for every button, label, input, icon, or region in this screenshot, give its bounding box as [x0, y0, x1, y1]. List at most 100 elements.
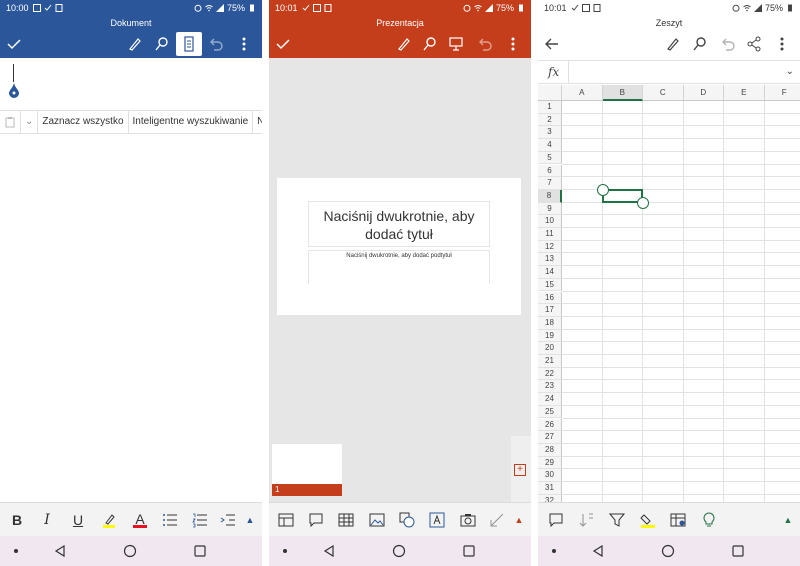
layout-icon[interactable] — [276, 510, 296, 530]
undo-icon[interactable] — [718, 34, 738, 54]
row-header[interactable]: 7 — [538, 177, 562, 190]
share-icon[interactable] — [744, 34, 764, 54]
resize-icon[interactable] — [487, 510, 507, 530]
back-icon[interactable] — [52, 543, 68, 559]
lightbulb-icon[interactable] — [699, 510, 719, 530]
comment-icon[interactable] — [546, 510, 566, 530]
row-header[interactable]: 29 — [538, 456, 562, 470]
row-header[interactable]: 23 — [538, 380, 562, 394]
nav-dot-icon[interactable] — [546, 543, 562, 559]
row-header[interactable]: 13 — [538, 253, 562, 267]
row-header[interactable]: 19 — [538, 329, 562, 343]
row-header[interactable]: 1 — [538, 101, 562, 114]
row-header[interactable]: 18 — [538, 316, 562, 330]
back-icon[interactable] — [590, 543, 606, 559]
highlight-icon[interactable] — [99, 510, 119, 530]
font-color-button[interactable]: A — [130, 510, 150, 530]
row-header[interactable]: 2 — [538, 113, 562, 127]
underline-button[interactable]: U — [68, 510, 88, 530]
indent-icon[interactable] — [218, 510, 238, 530]
back-icon[interactable] — [321, 543, 337, 559]
check-icon[interactable] — [273, 34, 293, 54]
italic-button[interactable]: I — [37, 510, 57, 530]
format-cells-icon[interactable] — [668, 510, 688, 530]
row-header[interactable]: 31 — [538, 482, 562, 495]
chevron-down-icon[interactable]: ⌄ — [21, 110, 39, 134]
camera-icon[interactable] — [458, 510, 478, 530]
smart-lookup-item[interactable]: Inteligentne wyszukiwanie — [129, 110, 254, 134]
search-icon[interactable] — [420, 34, 440, 54]
nav-dot-icon[interactable] — [277, 543, 293, 559]
select-all-corner[interactable] — [538, 85, 562, 101]
cursor-handle-icon[interactable] — [8, 82, 20, 98]
row-header[interactable]: 27 — [538, 431, 562, 444]
more-icon[interactable] — [772, 34, 792, 54]
row-header[interactable]: 5 — [538, 151, 562, 165]
select-all-item[interactable]: Zaznacz wszystko — [38, 110, 129, 134]
more-icon[interactable] — [234, 34, 254, 54]
column-header[interactable]: F — [764, 85, 800, 101]
slide-subtitle-placeholder[interactable]: Naciśnij dwukrotnie, aby dodać podtytuł — [308, 250, 490, 284]
picture-icon[interactable] — [367, 510, 387, 530]
back-arrow-icon[interactable] — [542, 34, 562, 54]
row-header[interactable]: 25 — [538, 405, 562, 419]
home-icon[interactable] — [660, 543, 676, 559]
text-box-icon[interactable] — [427, 510, 447, 530]
row-header[interactable]: 11 — [538, 228, 562, 241]
row-header[interactable]: 6 — [538, 164, 562, 178]
recents-icon[interactable] — [461, 543, 477, 559]
row-header[interactable]: 24 — [538, 393, 562, 406]
fill-color-icon[interactable] — [638, 510, 658, 530]
add-slide-button[interactable]: + — [514, 464, 526, 476]
home-icon[interactable] — [391, 543, 407, 559]
pen-icon[interactable] — [125, 34, 145, 54]
expand-toolbar-icon[interactable]: ▲ — [778, 510, 798, 530]
slide-title-placeholder[interactable]: Naciśnij dwukrotnie, aby dodać tytuł — [308, 201, 490, 247]
recents-icon[interactable] — [192, 543, 208, 559]
numbered-list-icon[interactable] — [190, 510, 210, 530]
formula-input[interactable] — [568, 61, 800, 83]
bold-button[interactable]: B — [7, 510, 27, 530]
row-header[interactable]: 28 — [538, 443, 562, 457]
column-header[interactable]: A — [562, 85, 603, 101]
slide-canvas[interactable]: Naciśnij dwukrotnie, aby dodać tytuł Nac… — [277, 178, 521, 315]
slide-thumbnail[interactable]: 1 — [272, 444, 342, 496]
row-header[interactable]: 16 — [538, 291, 562, 305]
spreadsheet-grid[interactable]: A B C D E F 1 2 3 4 5 6 7 8 9 10 11 12 13 14 15 16 17 18 19 20 21 2… — [538, 85, 800, 508]
more-icon[interactable] — [503, 34, 523, 54]
paste-icon[interactable] — [0, 110, 21, 134]
chevron-down-icon[interactable]: ⌄ — [786, 66, 794, 77]
search-icon[interactable] — [690, 34, 710, 54]
row-header[interactable]: 10 — [538, 215, 562, 228]
column-header[interactable]: C — [643, 85, 684, 101]
row-header[interactable]: 22 — [538, 367, 562, 381]
shapes-icon[interactable] — [397, 510, 417, 530]
expand-toolbar-icon[interactable]: ▲ — [240, 510, 260, 530]
search-icon[interactable] — [152, 34, 172, 54]
selection-handle[interactable] — [637, 196, 649, 209]
row-header[interactable]: 3 — [538, 126, 562, 140]
row-header[interactable]: 15 — [538, 278, 562, 292]
column-header[interactable]: B — [602, 85, 643, 101]
row-header[interactable]: 26 — [538, 418, 562, 432]
row-header[interactable]: 14 — [538, 266, 562, 279]
mobile-view-icon[interactable] — [176, 32, 202, 56]
row-header[interactable]: 17 — [538, 304, 562, 317]
nav-dot-icon[interactable] — [8, 543, 24, 559]
row-header[interactable]: 12 — [538, 240, 562, 254]
row-header[interactable]: 8 — [538, 189, 562, 203]
more-menu-item[interactable]: N — [253, 110, 262, 134]
pen-icon[interactable] — [663, 34, 683, 54]
filter-icon[interactable] — [607, 510, 627, 530]
row-header[interactable]: 30 — [538, 469, 562, 482]
row-header[interactable]: 4 — [538, 139, 562, 152]
sort-icon[interactable] — [577, 510, 597, 530]
check-icon[interactable] — [4, 34, 24, 54]
pen-icon[interactable] — [394, 34, 414, 54]
column-header[interactable]: E — [724, 85, 765, 101]
column-header[interactable]: D — [683, 85, 724, 101]
recents-icon[interactable] — [730, 543, 746, 559]
bullet-list-icon[interactable] — [160, 510, 180, 530]
present-icon[interactable] — [446, 34, 466, 54]
row-header[interactable]: 9 — [538, 202, 562, 216]
